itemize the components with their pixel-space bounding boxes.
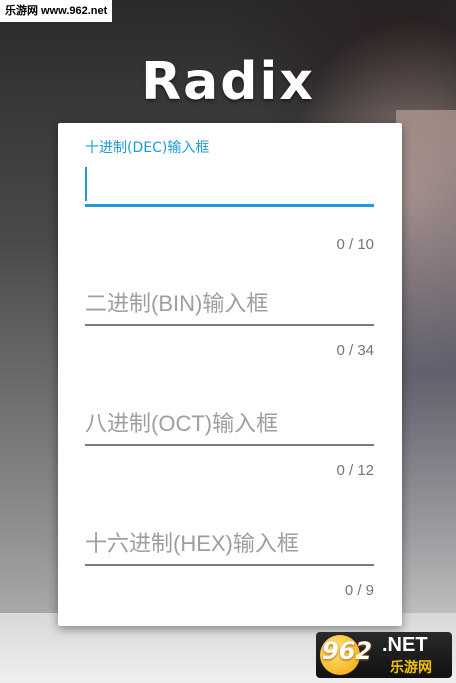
logo-number: 962: [322, 637, 373, 665]
bin-counter: 0 / 34: [336, 342, 374, 359]
bin-input[interactable]: [85, 283, 374, 325]
background-photo-right: [396, 110, 456, 630]
oct-counter: 0 / 12: [336, 462, 374, 479]
app-title: Radix: [141, 52, 315, 112]
bin-field: 0 / 34: [85, 283, 374, 363]
logo-site-name: 乐游网: [390, 660, 432, 676]
dec-input[interactable]: [85, 167, 374, 201]
dec-field-label: 十进制(DEC)输入框: [85, 140, 210, 156]
converter-card: 十进制(DEC)输入框 0 / 10 0 / 34 0 / 12 0 / 9: [58, 123, 402, 626]
site-logo: 962 .NET 乐游网: [316, 632, 452, 678]
oct-input[interactable]: [85, 403, 374, 445]
dec-counter: 0 / 10: [336, 236, 374, 253]
hex-field: 0 / 9: [85, 523, 374, 603]
oct-underline: [85, 444, 374, 446]
bin-underline: [85, 324, 374, 326]
hex-underline: [85, 564, 374, 566]
hex-counter: 0 / 9: [344, 582, 374, 599]
watermark-text: 乐游网 www.962.net: [0, 0, 113, 22]
logo-net: .NET: [382, 634, 428, 656]
dec-underline: [85, 204, 374, 207]
hex-input[interactable]: [85, 523, 374, 565]
dec-field: 十进制(DEC)输入框 0 / 10: [85, 137, 374, 253]
oct-field: 0 / 12: [85, 403, 374, 483]
